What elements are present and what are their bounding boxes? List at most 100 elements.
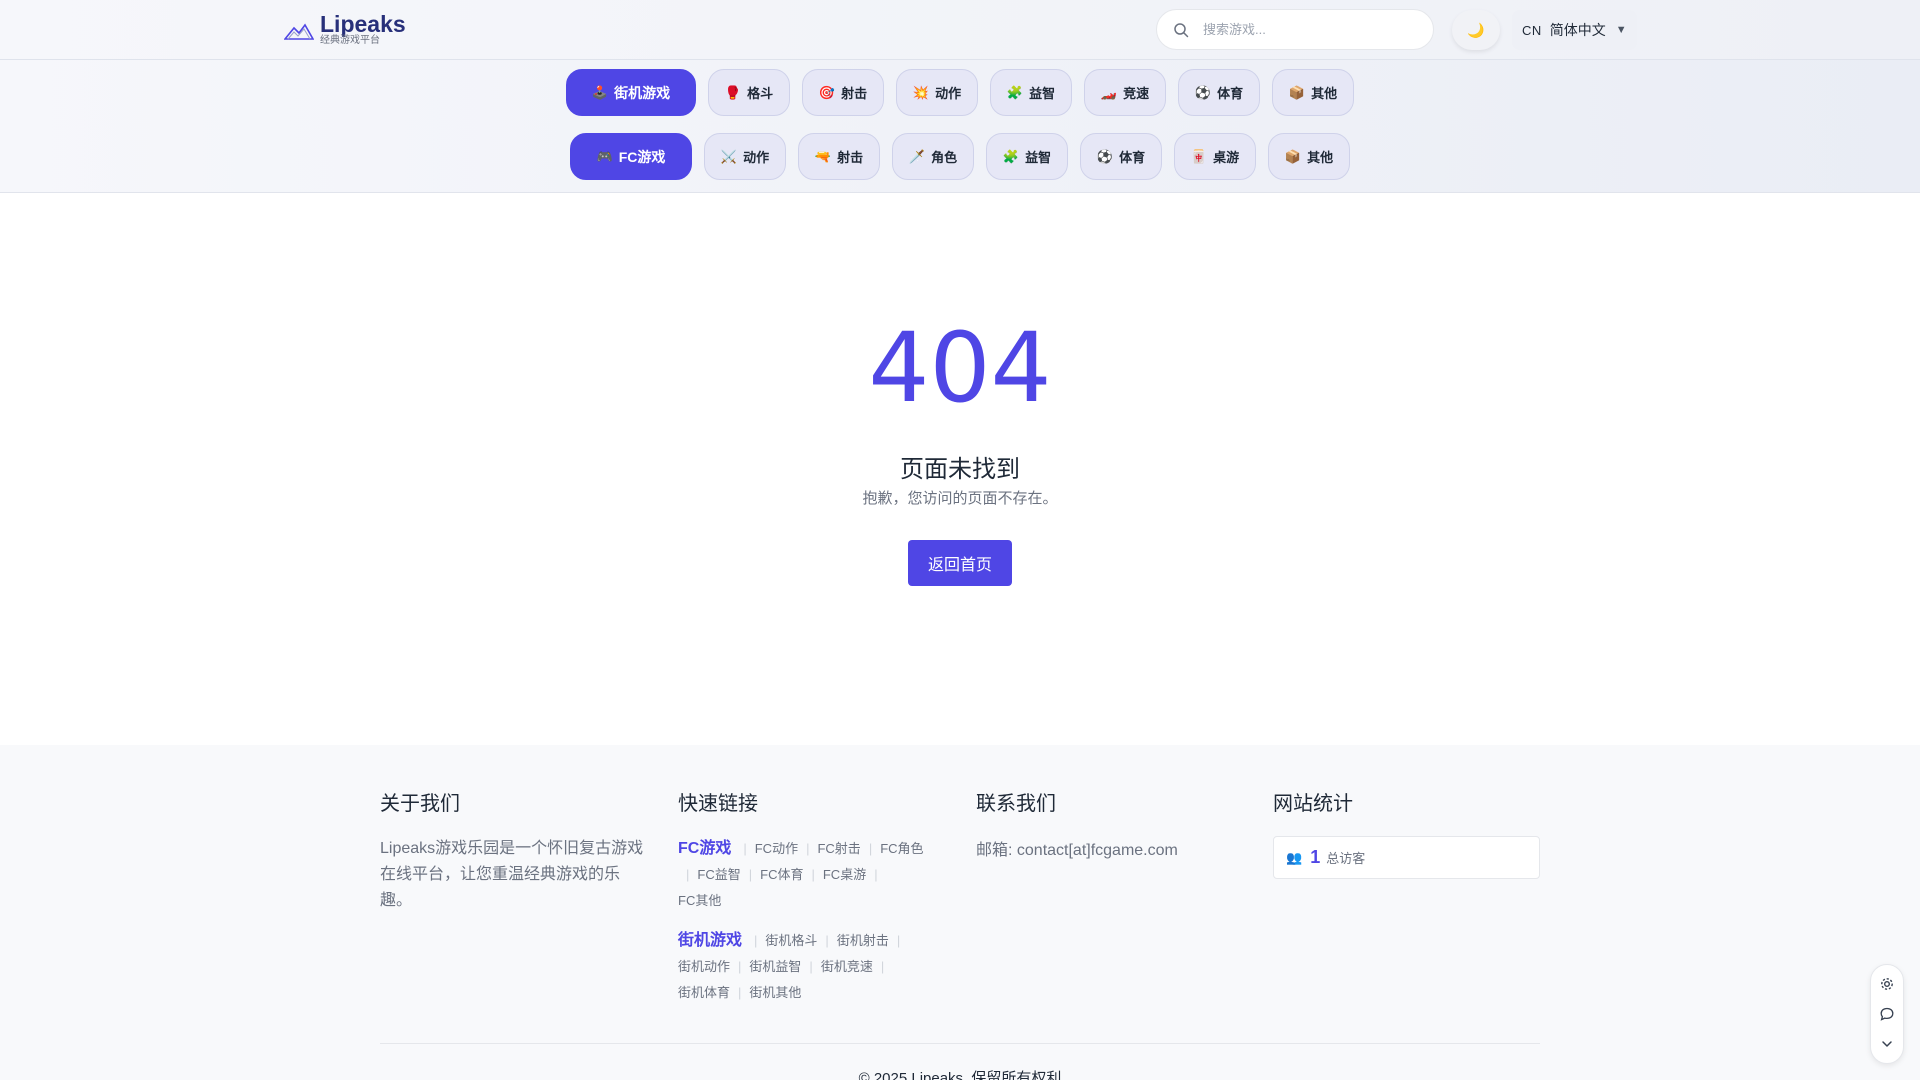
footer-contact: 联系我们 邮箱: contact[at]fcgame.com <box>976 787 1246 860</box>
scroll-down-button[interactable] <box>1877 1034 1897 1054</box>
gamepad-icon: 🎮 <box>596 148 613 164</box>
nav-label: 其他 <box>1307 150 1334 165</box>
visitor-stat: 👥 1 总访客 <box>1273 836 1540 879</box>
contact-heading: 联系我们 <box>976 793 1056 815</box>
nav-label: 角色 <box>931 150 958 165</box>
users-icon: 👥 <box>1286 849 1303 865</box>
nav-fc-games[interactable]: 🎮 FC游戏 <box>570 133 692 180</box>
language-selector[interactable]: CN 简体中文 ▼ <box>1512 10 1637 50</box>
nav-label: 街机游戏 <box>614 84 671 101</box>
puzzle-icon: 🧩 <box>1002 148 1020 164</box>
gear-icon <box>1881 978 1893 990</box>
link-fc-other[interactable]: FC其他 <box>678 893 721 908</box>
footer-stats: 网站统计 👥 1 总访客 <box>1273 787 1540 879</box>
link-fc-puzzle[interactable]: FC益智 <box>697 867 740 882</box>
logo-subtitle: 经典游戏平台 <box>320 35 380 46</box>
nav-label: 动作 <box>935 86 962 101</box>
link-fc-board[interactable]: FC桌游 <box>823 867 866 882</box>
site-footer: 关于我们 Lipeaks游戏乐园是一个怀旧复古游戏在线平台，让您重温经典游戏的乐… <box>0 745 1920 1080</box>
puzzle-icon: 🧩 <box>1006 84 1024 100</box>
nav-label: 格斗 <box>747 86 774 101</box>
visitor-label: 总访客 <box>1326 851 1366 866</box>
about-heading: 关于我们 <box>380 793 460 815</box>
nav-fc-puzzle[interactable]: 🧩 益智 <box>986 133 1068 180</box>
link-arcade-sports[interactable]: 街机体育 <box>678 985 730 1000</box>
race-car-icon: 🏎️ <box>1100 84 1118 100</box>
error-description: 抱歉，您访问的页面不存在。 <box>862 490 1058 507</box>
package-icon: 📦 <box>1284 148 1302 164</box>
soccer-ball-icon: ⚽ <box>1194 84 1212 100</box>
language-label: 简体中文 <box>1549 22 1606 38</box>
link-fc-games[interactable]: FC游戏 <box>678 840 731 857</box>
moon-icon: 🌙 <box>1467 21 1485 38</box>
nav-fc-action[interactable]: ⚔️ 动作 <box>704 133 786 180</box>
nav-fc-shooting[interactable]: 🔫 射击 <box>798 133 880 180</box>
about-text: Lipeaks游戏乐园是一个怀旧复古游戏在线平台，让您重温经典游戏的乐趣。 <box>380 840 644 909</box>
logo-name: Lipeaks <box>320 11 406 37</box>
nav-arcade-action[interactable]: 💥 动作 <box>896 69 978 116</box>
mountain-logo-icon <box>284 23 314 40</box>
site-logo[interactable]: Lipeaks 经典游戏平台 <box>284 12 406 47</box>
nav-label: 益智 <box>1025 150 1052 165</box>
nav-arcade-puzzle[interactable]: 🧩 益智 <box>990 69 1072 116</box>
joystick-icon: 🕹️ <box>591 84 609 100</box>
link-fc-rpg[interactable]: FC角色 <box>880 841 923 856</box>
nav-arcade-other[interactable]: 📦 其他 <box>1272 69 1354 116</box>
language-code: CN <box>1522 22 1542 38</box>
chat-button[interactable] <box>1877 1004 1897 1024</box>
link-arcade-shooting[interactable]: 街机射击 <box>837 933 889 948</box>
fc-category-row: 🎮 FC游戏 ⚔️ 动作 🔫 射击 🗡️ 角色 🧩 益智 ⚽ 体育 🀄 桌游 📦 其他 <box>0 133 1920 180</box>
nav-label: 动作 <box>743 150 770 165</box>
category-nav: 🕹️ 街机游戏 🥊 格斗 🎯 射击 💥 动作 🧩 益智 🏎️ 竞速 ⚽ 体育 📦 其他 🎮 FC游… <box>0 60 1920 193</box>
error-title: 页面未找到 <box>900 456 1020 483</box>
target-icon: 🎯 <box>818 84 836 100</box>
floating-toolbar <box>1870 964 1904 1064</box>
arcade-category-row: 🕹️ 街机游戏 🥊 格斗 🎯 射击 💥 动作 🧩 益智 🏎️ 竞速 ⚽ 体育 📦 其他 <box>0 69 1920 116</box>
link-arcade-action[interactable]: 街机动作 <box>678 959 730 974</box>
fc-links-group: FC游戏 | FC动作 | FC射击 | FC角色 | FC益智 | FC体育 | FC桌游 | FC其他 <box>678 840 924 908</box>
nav-label: 射击 <box>837 150 864 165</box>
boxing-glove-icon: 🥊 <box>724 84 742 100</box>
top-header: Lipeaks 经典游戏平台 🌙 CN 简体中文 ▼ <box>0 0 1920 60</box>
soccer-ball-icon: ⚽ <box>1096 148 1114 164</box>
nav-label: 桌游 <box>1213 150 1240 165</box>
nav-arcade-racing[interactable]: 🏎️ 竞速 <box>1084 69 1166 116</box>
chat-bubble-icon <box>1880 1007 1894 1021</box>
link-fc-action[interactable]: FC动作 <box>755 841 798 856</box>
crossed-swords-icon: ⚔️ <box>720 148 738 164</box>
nav-label: 体育 <box>1217 86 1244 101</box>
link-fc-shooting[interactable]: FC射击 <box>817 841 860 856</box>
nav-label: 体育 <box>1119 150 1146 165</box>
nav-fc-other[interactable]: 📦 其他 <box>1268 133 1350 180</box>
nav-label: 射击 <box>841 86 868 101</box>
mahjong-tile-icon: 🀄 <box>1190 148 1208 164</box>
link-arcade-games[interactable]: 街机游戏 <box>678 932 742 949</box>
search-input[interactable] <box>1203 22 1423 37</box>
nav-fc-board[interactable]: 🀄 桌游 <box>1174 133 1256 180</box>
nav-arcade-sports[interactable]: ⚽ 体育 <box>1178 69 1260 116</box>
link-arcade-puzzle[interactable]: 街机益智 <box>749 959 801 974</box>
theme-toggle-button[interactable]: 🌙 <box>1452 10 1500 50</box>
link-arcade-other[interactable]: 街机其他 <box>749 985 801 1000</box>
link-fc-sports[interactable]: FC体育 <box>760 867 803 882</box>
error-code: 404 <box>868 312 1052 424</box>
arcade-links-group: 街机游戏 | 街机格斗 | 街机射击 | 街机动作 | 街机益智 | 街机竞速 | 街机体育 | 街机其他 <box>678 932 901 1000</box>
link-arcade-fighting[interactable]: 街机格斗 <box>765 933 817 948</box>
stats-heading: 网站统计 <box>1273 793 1353 815</box>
back-home-button[interactable]: 返回首页 <box>908 540 1012 586</box>
nav-fc-sports[interactable]: ⚽ 体育 <box>1080 133 1162 180</box>
search-icon <box>1174 22 1189 37</box>
nav-label: 其他 <box>1311 86 1338 101</box>
chevron-down-icon <box>1882 1041 1892 1047</box>
footer-quick-links: 快速链接 FC游戏 | FC动作 | FC射击 | FC角色 | FC益智 | FC体育 | FC桌游 |… <box>678 787 948 1006</box>
package-icon: 📦 <box>1288 84 1306 100</box>
link-arcade-racing[interactable]: 街机竞速 <box>821 959 873 974</box>
nav-arcade-shooting[interactable]: 🎯 射击 <box>802 69 884 116</box>
settings-button[interactable] <box>1877 974 1897 994</box>
nav-label: FC游戏 <box>618 148 666 165</box>
nav-arcade-games[interactable]: 🕹️ 街机游戏 <box>566 69 696 116</box>
nav-arcade-fighting[interactable]: 🥊 格斗 <box>708 69 790 116</box>
nav-fc-rpg[interactable]: 🗡️ 角色 <box>892 133 974 180</box>
gun-icon: 🔫 <box>814 148 832 164</box>
search-box[interactable] <box>1156 9 1434 50</box>
